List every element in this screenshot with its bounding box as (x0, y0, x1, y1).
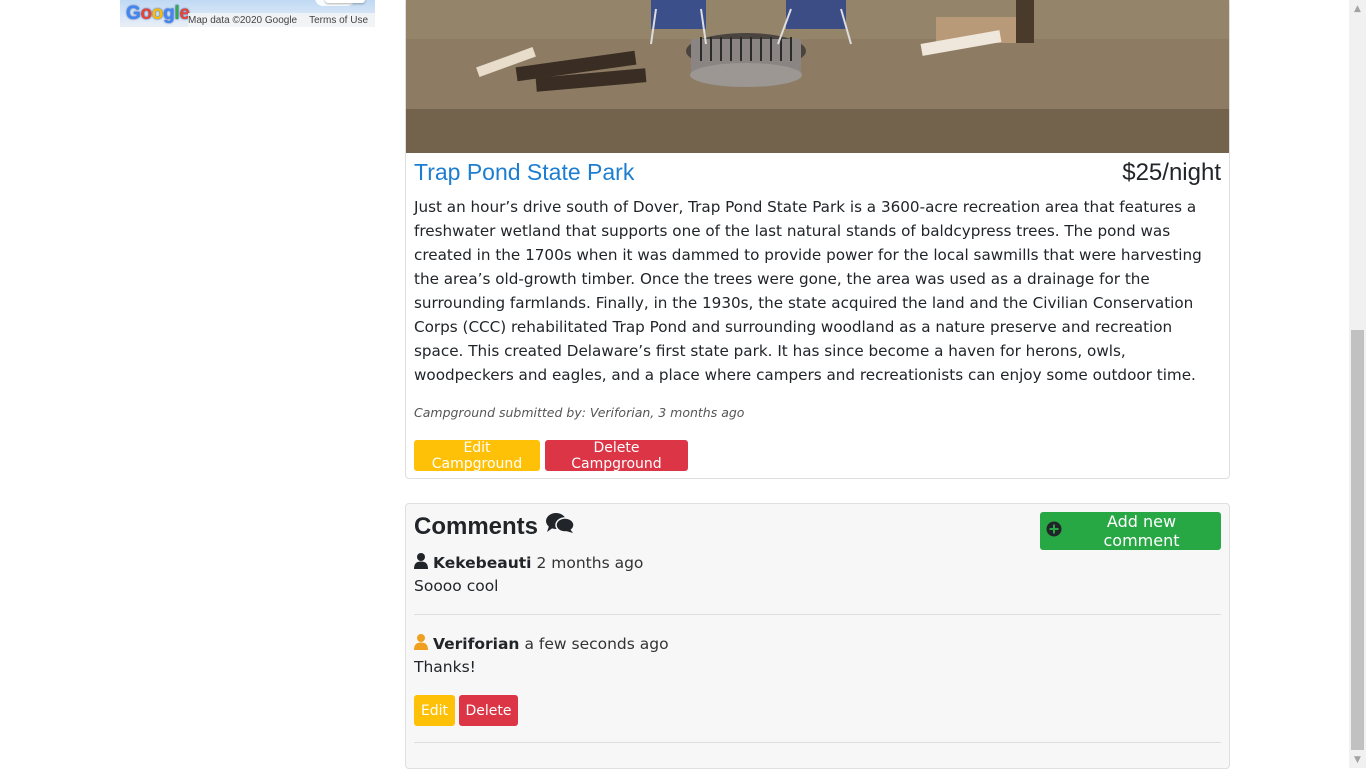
edit-comment-button[interactable]: Edit (414, 695, 455, 726)
plus-circle-icon (1046, 521, 1062, 541)
submitted-by-text: Campground submitted by: Veriforian, 3 m… (414, 405, 745, 420)
page-scrollbar[interactable]: ▲ ▼ (1349, 0, 1366, 768)
comments-title: Comments (414, 512, 539, 540)
delete-campground-button[interactable]: Delete Campground (545, 440, 688, 472)
comment-time: a few seconds ago (524, 635, 669, 653)
campground-card: Trap Pond State Park $25/night Just an h… (405, 0, 1230, 479)
comment-author: Kekebeauti (433, 554, 532, 572)
terms-link[interactable]: Terms of Use (309, 15, 368, 26)
comment-meta: Kekebeauti 2 months ago (414, 553, 1221, 573)
google-logo: Google (126, 3, 190, 24)
campground-description: Just an hour’s drive south of Dover, Tra… (414, 198, 1202, 384)
delete-comment-button[interactable]: Delete (459, 695, 518, 726)
add-comment-label: Add new comment (1103, 512, 1180, 550)
edit-campground-button[interactable]: Edit Campground (414, 440, 540, 472)
user-icon (414, 634, 428, 654)
campground-name[interactable]: Trap Pond State Park (414, 159, 634, 186)
campground-price: $25/night (1122, 159, 1221, 186)
add-comment-button[interactable]: Add new comment (1040, 512, 1221, 550)
comment-item: Kekebeauti 2 months ago Soooo cool (414, 553, 1221, 595)
comments-icon (546, 512, 575, 541)
comments-card: Comments Add new comment Kekebeauti 2 mo… (405, 503, 1230, 769)
comment-meta: Veriforian a few seconds ago (414, 634, 1221, 654)
scroll-up-arrow-icon[interactable]: ▲ (1349, 0, 1366, 17)
user-icon (414, 553, 428, 573)
map-data-text: Map data ©2020 Google (188, 14, 298, 26)
map-zoom-control[interactable] (325, 0, 365, 3)
comment-divider (414, 614, 1221, 615)
comment-time: 2 months ago (536, 554, 644, 572)
scroll-down-arrow-icon[interactable]: ▼ (1349, 751, 1366, 768)
comment-divider (414, 742, 1221, 743)
comment-item: Veriforian a few seconds ago Thanks! (414, 634, 1221, 676)
scrollbar-thumb[interactable] (1351, 330, 1364, 750)
comments-heading: Comments (414, 512, 575, 541)
comment-text: Thanks! (414, 658, 476, 676)
map-attribution: Map data ©2020 Google Terms of Use (188, 13, 375, 27)
campsite-photo (406, 0, 1229, 153)
map[interactable]: Google Map data ©2020 Google Terms of Us… (120, 0, 375, 27)
comment-author: Veriforian (433, 635, 520, 653)
campground-submitted-by: Campground submitted by: Veriforian, 3 m… (414, 405, 744, 420)
comment-text: Soooo cool (414, 577, 499, 595)
